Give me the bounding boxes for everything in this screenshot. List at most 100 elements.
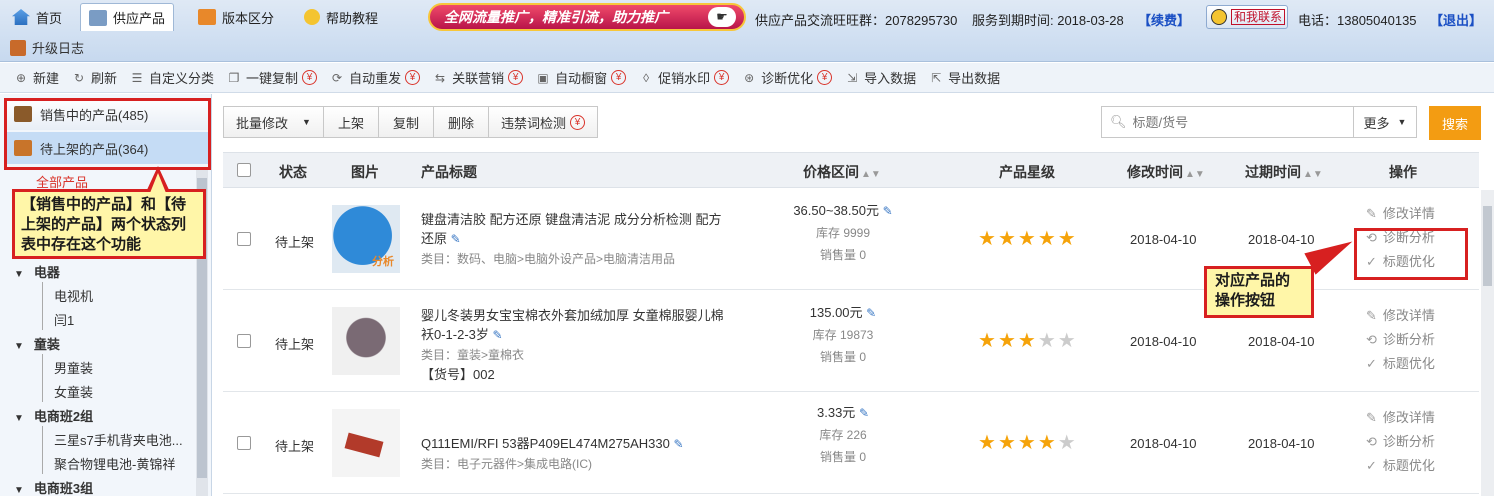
edit-icon[interactable]: ✎ (883, 204, 893, 218)
shelve-button[interactable]: 上架 (322, 106, 379, 138)
toolbar-link-button[interactable]: ⇆ 关联营销 ¥ (433, 68, 524, 87)
more-dropdown[interactable]: 更多 ▼ (1353, 106, 1417, 138)
tree-item[interactable]: 女童装 (54, 382, 93, 401)
star-icon: ★ (978, 228, 998, 250)
paid-icon: ¥ (508, 70, 524, 85)
upgrade-log-link[interactable]: 升级日志 (10, 38, 84, 57)
batch-edit-button[interactable]: 批量修改 ▼ (223, 106, 324, 138)
col-title: 产品标题 (421, 164, 477, 180)
price-range: 3.33元 (817, 405, 856, 420)
tab-supply[interactable]: 供应产品 (80, 3, 175, 31)
edit-icon[interactable]: ✎ (859, 406, 869, 420)
main-scroll-thumb[interactable] (1483, 206, 1492, 286)
modified-date: 2018-04-10 (1130, 436, 1197, 451)
contact-label: 和我联系 (1231, 9, 1286, 25)
row-checkbox[interactable] (237, 436, 251, 453)
edit-details-button[interactable]: ✎ 修改详情 (1366, 202, 1435, 226)
toolbar-copy-button[interactable]: ❐ 一键复制 ¥ (227, 68, 318, 87)
expire-info: 服务到期时间: 2018-03-28 (972, 13, 1124, 28)
caret-down-icon: ▼ (1397, 117, 1407, 127)
col-price[interactable]: 价格区间 ▲▼ (803, 162, 881, 182)
contact-button[interactable]: 和我联系 (1206, 5, 1288, 29)
tree-category[interactable]: ▼ 电商班2组 (14, 406, 93, 425)
product-title[interactable]: 婴儿冬装男女宝宝棉衣外套加绒加厚 女童棉服婴儿棉袄0-1-2-3岁 (421, 308, 724, 342)
forbidden-word-check-button[interactable]: 违禁词检测 ¥ (487, 106, 598, 138)
toolbar-label: 一键复制 (246, 71, 299, 86)
stock: 库存 19873 (812, 328, 874, 342)
toolbar-export-button[interactable]: ⇱ 导出数据 (929, 68, 1000, 87)
toolbar-list-button[interactable]: ☰ 自定义分类 (130, 68, 214, 87)
callout-status-note: 【销售中的产品】和【待上架的产品】两个状态列表中存在这个功能 (12, 189, 206, 259)
edit-icon[interactable]: ✎ (451, 232, 461, 246)
search-input[interactable] (1132, 114, 1333, 130)
toolbar-label: 新建 (33, 71, 60, 86)
toolbar-refresh-button[interactable]: ↻ 刷新 (72, 68, 117, 87)
row-checkbox[interactable] (237, 334, 251, 351)
col-rating: 产品星级 (999, 164, 1055, 180)
tree-category[interactable]: ▼ 童装 (14, 334, 60, 353)
tab-home[interactable]: 首页 (4, 3, 70, 31)
title-optimize-button[interactable]: ✓ 标题优化 (1366, 352, 1435, 376)
tree-item[interactable]: 闫1 (54, 310, 74, 329)
star-icon: ★ (997, 228, 1018, 250)
copy-button[interactable]: 复制 (377, 106, 434, 138)
tree-item[interactable]: 三星s7手机背夹电池... (54, 430, 183, 449)
sold-count: 销售量 0 (819, 450, 866, 464)
search-button[interactable]: 搜索 (1429, 106, 1481, 140)
row-status: 待上架 (275, 337, 315, 352)
edit-details-button[interactable]: ✎ 修改详情 (1366, 304, 1435, 328)
main-scrollbar[interactable] (1481, 190, 1494, 496)
toolbar-plus-button[interactable]: ⊕ 新建 (14, 68, 59, 87)
search-box[interactable]: 🔍︎ (1101, 106, 1354, 138)
delete-button[interactable]: 删除 (432, 106, 489, 138)
edit-icon[interactable]: ✎ (866, 306, 876, 320)
plus-icon: ⊕ (15, 70, 27, 85)
promo-banner[interactable]: 全网流量推广，精准引流，助力推广 ☛ (428, 3, 746, 31)
price-range: 36.50~38.50元 (793, 203, 879, 218)
toolbar-drop-button[interactable]: ◊ 促销水印 ¥ (639, 68, 730, 87)
toolbar-diagnose-button[interactable]: ⊛ 诊断优化 ¥ (742, 68, 833, 87)
list-icon: ☰ (131, 70, 143, 85)
toolbar-label: 导出数据 (948, 71, 1001, 86)
star-icon: ★ (1017, 330, 1038, 352)
logout-link[interactable]: 【退出】 (1430, 10, 1482, 29)
toolbar-window-button[interactable]: ▣ 自动橱窗 ¥ (536, 68, 627, 87)
title-optimize-button[interactable]: ✓ 标题优化 (1366, 454, 1435, 478)
product-image-text: 分析 (372, 256, 394, 268)
product-image[interactable] (332, 409, 400, 477)
col-image: 图片 (351, 164, 379, 180)
action-bar: 批量修改 ▼ 上架 复制 删除 违禁词检测 ¥ (223, 106, 598, 138)
diagnose-button[interactable]: ⟲ 诊断分析 (1366, 430, 1435, 454)
tree-category[interactable]: ▼ 电器 (14, 262, 60, 281)
edit-details-button[interactable]: ✎ 修改详情 (1366, 406, 1435, 430)
toolbar-label: 自动重发 (349, 71, 402, 86)
col-expire[interactable]: 过期时间 ▲▼ (1245, 162, 1323, 182)
product-title[interactable]: Q111EMI/RFI 53器P409EL474M275AH330 (421, 436, 670, 451)
shelve-label: 上架 (337, 115, 364, 131)
tab-version[interactable]: 版本区分 (190, 3, 282, 31)
row-checkbox[interactable] (237, 232, 251, 249)
product-image[interactable]: 分析 (332, 205, 400, 273)
tree-category-label: 童装 (33, 337, 60, 352)
tree-category[interactable]: ▼ 电商班3组 (14, 478, 93, 497)
edit-icon[interactable]: ✎ (673, 437, 683, 451)
sold-count: 销售量 0 (819, 248, 866, 262)
select-all-checkbox[interactable] (237, 163, 251, 180)
rating-stars: ★★★★★ (978, 328, 1078, 353)
tree-item[interactable]: 聚合物锂电池-黄锦祥 (54, 454, 175, 473)
col-expire-label: 过期时间 (1245, 164, 1301, 180)
toolbar: ⊕ 新建 ↻ 刷新 ☰ 自定义分类 ❐ 一键复制 ¥ ⟳ 自动重发 ¥ ⇆ 关联营销 ¥ ▣ 自动橱窗 ¥ ◊ 促销水… (0, 63, 1494, 93)
tab-help[interactable]: 帮助教程 (296, 3, 386, 31)
edit-icon[interactable]: ✎ (493, 328, 503, 342)
renew-link[interactable]: 【续费】 (1138, 10, 1190, 29)
product-title[interactable]: 键盘清洁胶 配方还原 键盘清洁泥 成分分析检测 配方还原 (421, 212, 721, 246)
product-image[interactable] (332, 307, 400, 375)
col-modified[interactable]: 修改时间 ▲▼ (1127, 162, 1205, 182)
toolbar-label: 关联营销 (452, 71, 505, 86)
tree-item[interactable]: 男童装 (54, 358, 93, 377)
paid-icon: ¥ (611, 70, 627, 85)
diagnose-button[interactable]: ⟲ 诊断分析 (1366, 328, 1435, 352)
tree-item[interactable]: 电视机 (54, 286, 93, 305)
toolbar-repeat-button[interactable]: ⟳ 自动重发 ¥ (330, 68, 421, 87)
toolbar-import-button[interactable]: ⇲ 导入数据 (845, 68, 916, 87)
